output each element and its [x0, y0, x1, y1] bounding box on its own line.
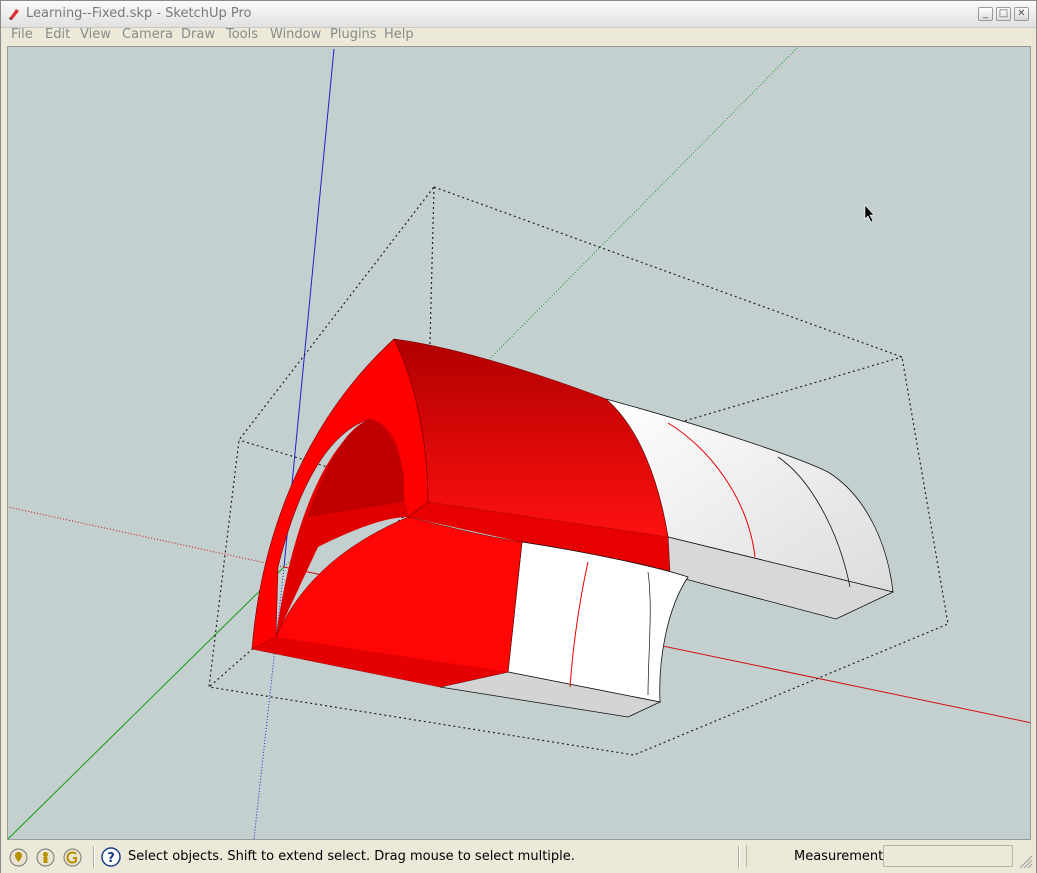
model-canvas[interactable] — [8, 47, 1031, 840]
green-axis-solid — [8, 566, 285, 839]
arrow-cursor-icon — [864, 204, 875, 223]
menu-window[interactable]: Window — [270, 27, 321, 42]
sketchup-window: Learning--Fixed.skp - SketchUp Pro _ □ ✕… — [0, 0, 1037, 873]
status-bar: ? Select objects. Shift to extend select… — [1, 843, 1036, 873]
resize-grip-icon[interactable] — [1017, 853, 1033, 869]
sketchup-app-icon — [9, 9, 19, 20]
close-icon[interactable]: ✕ — [1014, 7, 1029, 21]
measurements-input[interactable] — [883, 845, 1013, 867]
title-bar[interactable]: Learning--Fixed.skp - SketchUp Pro _ □ ✕ — [1, 1, 1036, 28]
model-viewport[interactable] — [7, 46, 1031, 840]
menu-bar: File Edit View Camera Draw Tools Window … — [1, 25, 1036, 45]
menu-file[interactable]: File — [11, 27, 33, 42]
minimize-icon[interactable]: _ — [978, 7, 993, 21]
svg-text:?: ? — [107, 851, 115, 866]
menu-edit[interactable]: Edit — [45, 27, 70, 42]
3d-model[interactable] — [251, 338, 895, 718]
status-message: Select objects. Shift to extend select. … — [128, 849, 575, 864]
status-field — [746, 845, 785, 867]
menu-plugins[interactable]: Plugins — [330, 27, 377, 42]
menu-help[interactable]: Help — [384, 27, 414, 42]
geo-location-icon[interactable] — [9, 848, 28, 867]
menu-tools[interactable]: Tools — [226, 27, 258, 42]
status-separator — [738, 846, 739, 868]
status-separator — [93, 846, 94, 868]
measurements-label: Measurements — [794, 849, 891, 864]
red-axis-dotted — [8, 506, 285, 568]
credits-icon[interactable] — [36, 848, 55, 867]
menu-view[interactable]: View — [80, 27, 111, 42]
menu-draw[interactable]: Draw — [181, 27, 215, 42]
sign-in-icon[interactable] — [63, 848, 82, 867]
menu-camera[interactable]: Camera — [122, 27, 173, 42]
question-mark-icon[interactable]: ? — [101, 847, 121, 867]
window-title: Learning--Fixed.skp - SketchUp Pro — [26, 6, 252, 21]
maximize-icon[interactable]: □ — [996, 7, 1011, 21]
